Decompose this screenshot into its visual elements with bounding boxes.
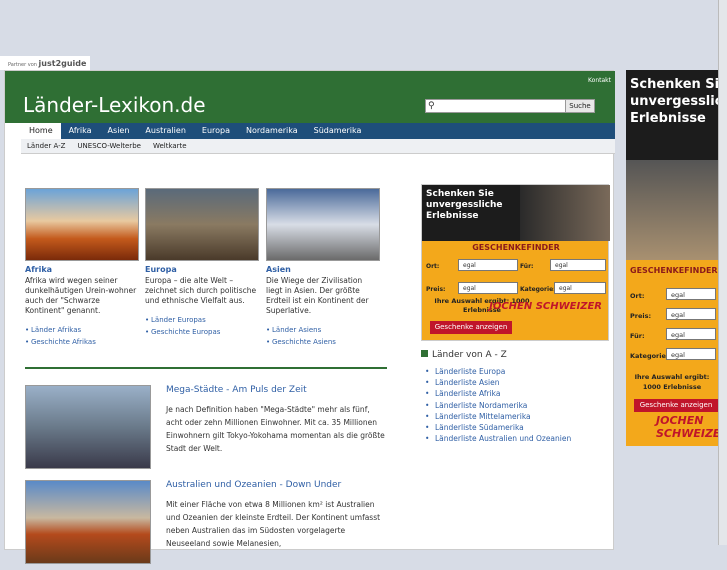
- sky-kategorie-select[interactable]: egal: [666, 348, 716, 360]
- sky-fuer-label: Für:: [630, 332, 645, 340]
- nav-home[interactable]: Home: [21, 123, 61, 139]
- feature-australien: Australien und Ozeanien - Down Under Mit…: [25, 480, 387, 570]
- partner-brand: just2guide: [38, 59, 87, 68]
- ad-ort-label: Ort:: [426, 263, 440, 270]
- kontakt-link[interactable]: Kontakt: [588, 77, 611, 84]
- nav-australien[interactable]: Australien: [137, 123, 193, 139]
- ad-preis-label: Preis:: [426, 286, 446, 293]
- sky-title: Schenken Sie unvergessliche Erlebnisse: [630, 77, 727, 126]
- continent-title[interactable]: Europa: [145, 265, 260, 274]
- subnav-weltkarte[interactable]: Weltkarte: [147, 139, 193, 153]
- continent-link[interactable]: Länder Asiens: [272, 326, 321, 334]
- partner-prefix: Partner von: [8, 62, 37, 68]
- feature-title[interactable]: Australien und Ozeanien - Down Under: [166, 480, 341, 490]
- europa-image[interactable]: [145, 188, 259, 261]
- ad-preis-select[interactable]: egal: [458, 282, 518, 294]
- sky-kategorie-label: Kategorie:: [630, 352, 669, 360]
- ad-kategorie-select[interactable]: egal: [554, 282, 606, 294]
- feature-image[interactable]: [25, 385, 151, 469]
- feature-title[interactable]: Mega-Städte - Am Puls der Zeit: [166, 385, 307, 395]
- laender-list: Länderliste Europa Länderliste Asien Län…: [425, 366, 571, 445]
- afrika-image[interactable]: [25, 188, 139, 261]
- nav-afrika[interactable]: Afrika: [61, 123, 100, 139]
- sky-preis-select[interactable]: egal: [666, 308, 716, 320]
- sky-header: Schenken Sie unvergessliche Erlebnisse: [626, 70, 727, 260]
- ad-ort-select[interactable]: egal: [458, 259, 518, 271]
- sidebar-ad-banner[interactable]: Schenken Sie unvergessliche Erlebnisse G…: [421, 184, 610, 341]
- continent-link[interactable]: Länder Europas: [151, 316, 206, 324]
- sub-nav: Länder A-Z UNESCO-Welterbe Weltkarte: [21, 139, 615, 154]
- ad-header: Schenken Sie unvergessliche Erlebnisse: [422, 185, 610, 241]
- ad-brand-logo: JOCHEN SCHWEIZER: [489, 301, 602, 312]
- feature-image[interactable]: [25, 480, 151, 564]
- site-logo[interactable]: Länder-Lexikon.de: [23, 93, 206, 117]
- asien-image[interactable]: [266, 188, 380, 261]
- continent-text: Afrika wird wegen seiner dunkelhäutigen …: [25, 276, 137, 315]
- continent-title[interactable]: Asien: [266, 265, 381, 274]
- sky-ort-label: Ort:: [630, 292, 645, 300]
- ad-finder-title: GESCHENKEFINDER: [472, 243, 560, 252]
- continent-link[interactable]: Geschichte Asiens: [272, 338, 336, 346]
- sky-preis-label: Preis:: [630, 312, 652, 320]
- ad-title: Schenken Sie unvergessliche Erlebnisse: [426, 189, 503, 221]
- laender-link[interactable]: Länderliste Nordamerika: [435, 401, 527, 410]
- continent-link[interactable]: Geschichte Europas: [151, 328, 220, 336]
- ad-fuer-label: Für:: [520, 263, 534, 270]
- laender-heading: Länder von A - Z: [421, 350, 507, 360]
- nav-nordamerika[interactable]: Nordamerika: [238, 123, 306, 139]
- ad-kategorie-label: Kategorie:: [520, 286, 556, 293]
- browser-top-area: [0, 0, 727, 56]
- continent-card-afrika: Afrika Afrika wird wegen seiner dunkelhä…: [25, 188, 140, 348]
- main-nav: Home Afrika Asien Australien Europa Nord…: [21, 123, 615, 139]
- section-divider: [25, 367, 387, 369]
- feature-text: Je nach Definition haben "Mega-Städte" m…: [166, 405, 385, 453]
- site-container: Länder-Lexikon.de Kontakt ⚲ Suche Home A…: [4, 70, 615, 564]
- continent-text: Die Wiege der Zivilisation liegt in Asie…: [266, 276, 369, 315]
- nav-europa[interactable]: Europa: [194, 123, 238, 139]
- ad-image: [520, 185, 610, 241]
- sky-image: [626, 160, 718, 260]
- search-icon: ⚲: [428, 101, 435, 111]
- feature-mega-staedte: Mega-Städte - Am Puls der Zeit Je nach D…: [25, 385, 387, 475]
- nav-asien[interactable]: Asien: [100, 123, 138, 139]
- subnav-laender-az[interactable]: Länder A-Z: [21, 139, 71, 153]
- sky-finder-title: GESCHENKEFINDER: [630, 266, 718, 275]
- continent-card-asien: Asien Die Wiege der Zivilisation liegt i…: [266, 188, 381, 348]
- site-header: Länder-Lexikon.de Kontakt ⚲ Suche: [5, 71, 615, 123]
- feature-text: Mit einer Fläche von etwa 8 Millionen km…: [166, 500, 381, 548]
- subnav-unesco[interactable]: UNESCO-Welterbe: [71, 139, 147, 153]
- laender-link[interactable]: Länderliste Australien und Ozeanien: [435, 434, 571, 443]
- continent-link[interactable]: Länder Afrikas: [31, 326, 81, 334]
- laender-link[interactable]: Länderliste Afrika: [435, 389, 500, 398]
- ad-show-button[interactable]: Geschenke anzeigen: [430, 321, 512, 334]
- continent-title[interactable]: Afrika: [25, 265, 140, 274]
- continent-text: Europa – die alte Welt – zeichnet sich d…: [145, 276, 257, 305]
- sky-result-text: Ihre Auswahl ergibt: 1000 Erlebnisse: [634, 373, 710, 391]
- laender-link[interactable]: Länderliste Europa: [435, 367, 505, 376]
- continent-card-europa: Europa Europa – die alte Welt – zeichnet…: [145, 188, 260, 338]
- laender-link[interactable]: Länderliste Südamerika: [435, 423, 524, 432]
- laender-link[interactable]: Länderliste Asien: [435, 378, 500, 387]
- sky-show-button[interactable]: Geschenke anzeigen: [634, 399, 718, 412]
- sky-brand-logo: JOCHEN SCHWEIZER: [656, 414, 727, 440]
- ad-fuer-select[interactable]: egal: [550, 259, 606, 271]
- vertical-scrollbar[interactable]: [718, 0, 727, 545]
- partner-badge[interactable]: Partner von just2guide: [0, 56, 90, 70]
- skyscraper-ad[interactable]: Schenken Sie unvergessliche Erlebnisse G…: [626, 70, 727, 446]
- nav-suedamerika[interactable]: Südamerika: [306, 123, 370, 139]
- sky-ort-select[interactable]: egal: [666, 288, 716, 300]
- search-button[interactable]: Suche: [565, 99, 595, 113]
- continent-link[interactable]: Geschichte Afrikas: [31, 338, 96, 346]
- laender-link[interactable]: Länderliste Mittelamerika: [435, 412, 531, 421]
- sky-fuer-select[interactable]: egal: [666, 328, 716, 340]
